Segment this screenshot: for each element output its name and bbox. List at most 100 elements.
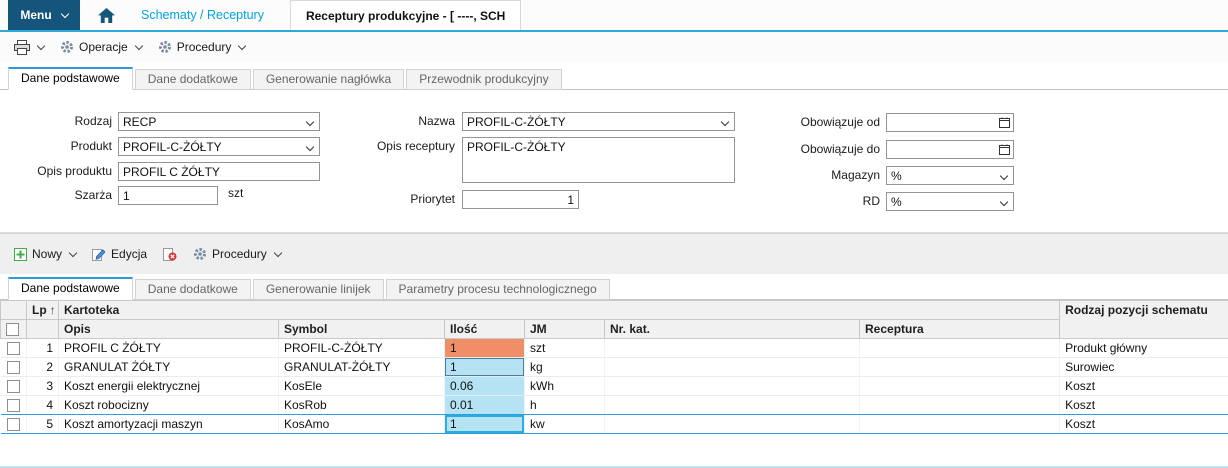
procedury-grid-button[interactable]: Procedury (185, 243, 289, 265)
tab-grid-dane-dodatkowe[interactable]: Dane dodatkowe (134, 279, 251, 300)
tab-przewodnik-produkcyjny[interactable]: Przewodnik produkcyjny (406, 69, 562, 90)
tab-dane-dodatkowe[interactable]: Dane dodatkowe (134, 69, 251, 90)
lp-subheader (26, 319, 59, 339)
tab-generowanie-linijek[interactable]: Generowanie linijek (252, 279, 384, 300)
rd-label: RD (862, 194, 880, 208)
row-select-cell (0, 395, 27, 415)
row-select-cell (0, 414, 27, 434)
tab-receptury-produkcyjne[interactable]: Receptury produkcyjne - [ ----, SCH (289, 0, 522, 30)
recipe-header-form: Rodzaj RECP Produkt PROFIL-C-ŻÓŁTY Opis … (0, 90, 1228, 233)
symbol-cell: GRANULAT-ŻÓŁTY (278, 357, 445, 377)
home-button[interactable] (98, 0, 115, 30)
select-all-checkbox[interactable] (6, 323, 19, 337)
row-checkbox[interactable] (6, 380, 20, 394)
obowiazuje-do-date[interactable] (886, 140, 1014, 159)
select-all-header (0, 319, 27, 339)
receptura-column-header[interactable]: Receptura (858, 319, 1061, 339)
rd-select[interactable]: % (886, 192, 1014, 211)
edycja-button[interactable]: Edycja (84, 243, 155, 265)
chevron-down-icon[interactable] (36, 41, 46, 51)
priorytet-input[interactable] (462, 190, 579, 209)
opis-cell: Koszt energii elektrycznej (58, 376, 279, 396)
positions-table: Lp ↑ Kartoteka Rodzaj pozycji schematu Op… (0, 300, 1228, 434)
procedury-grid-label: Procedury (212, 247, 267, 261)
rodzaj-cell: Koszt (1059, 395, 1228, 415)
tab-generowanie-naglowka[interactable]: Generowanie nagłówka (252, 69, 405, 90)
table-row-selected[interactable]: 5 Koszt amortyzacji maszyn KosAmo 1 kw K… (0, 414, 1228, 434)
produkt-value: PROFIL-C-ŻÓŁTY (123, 139, 222, 154)
dropdown-arrow-icon (999, 197, 1009, 207)
procedury-button[interactable]: Procedury (150, 36, 254, 58)
nr-kat-cell (604, 357, 860, 377)
tab-grid-dane-podstawowe[interactable]: Dane podstawowe (8, 277, 133, 300)
produkt-label: Produkt (70, 139, 112, 153)
kartoteka-group-header: Kartoteka (57, 300, 1061, 320)
nr-kat-cell (604, 395, 860, 415)
chevron-down-icon (273, 248, 282, 258)
calendar-icon[interactable] (999, 117, 1010, 128)
tab-schematy-receptury[interactable]: Schematy / Receptury (141, 0, 264, 30)
nazwa-label: Nazwa (418, 114, 455, 128)
jm-cell: kg (524, 357, 605, 377)
row-checkbox[interactable] (6, 361, 20, 375)
table-row[interactable]: 1 PROFIL C ŻÓŁTY PROFIL-C-ŻÓŁTY 1 szt Pr… (0, 338, 1228, 358)
opis-produktu-input[interactable] (118, 162, 320, 181)
magazyn-select[interactable]: % (886, 166, 1014, 185)
dropdown-arrow-icon (305, 142, 315, 152)
table-row[interactable]: 4 Koszt robocizny KosRob 0.01 h Koszt (0, 395, 1228, 415)
procedury-label: Procedury (176, 40, 232, 54)
opis-receptury-textarea[interactable]: PROFIL-C-ŻÓŁTY (462, 137, 735, 183)
nazwa-value: PROFIL-C-ŻÓŁTY (467, 114, 566, 129)
symbol-column-header[interactable]: Symbol (278, 319, 445, 339)
ilosc-column-header[interactable]: Ilość (444, 319, 525, 339)
nazwa-select[interactable]: PROFIL-C-ŻÓŁTY (462, 112, 735, 131)
row-checkbox[interactable] (6, 418, 20, 432)
rodzaj-cell: Produkt główny (1059, 338, 1228, 358)
calendar-icon[interactable] (999, 144, 1010, 155)
magazyn-label: Magazyn (831, 168, 880, 182)
rodzaj-column-header[interactable]: Rodzaj pozycji schematu (1059, 300, 1228, 339)
rodzaj-label: Rodzaj (74, 114, 112, 128)
operacje-button[interactable]: Operacje (52, 36, 150, 58)
delete-button[interactable] (155, 244, 185, 265)
table-row[interactable]: 2 GRANULAT ŻÓŁTY GRANULAT-ŻÓŁTY 1 kg Sur… (0, 357, 1228, 377)
opis-produktu-label: Opis produktu (37, 164, 112, 178)
ilosc-cell[interactable]: 1 (444, 338, 525, 358)
lp-cell: 2 (26, 357, 59, 377)
gear-icon (194, 248, 207, 260)
lp-column-header[interactable]: Lp ↑ (26, 300, 59, 320)
ilosc-cell[interactable]: 1 (444, 357, 525, 377)
nowy-label: Nowy (32, 247, 63, 261)
row-checkbox[interactable] (6, 342, 20, 356)
opis-column-header[interactable]: Opis (58, 319, 279, 339)
ilosc-cell-focused[interactable]: 1 (444, 414, 525, 434)
jm-column-header[interactable]: JM (524, 319, 605, 339)
nowy-button[interactable]: Nowy (6, 243, 84, 265)
obowiazuje-od-label: Obowiązuje od (800, 115, 880, 129)
opis-receptury-label: Opis receptury (376, 139, 455, 153)
tab-parametry-procesu[interactable]: Parametry procesu technologicznego (385, 279, 610, 300)
ilosc-cell[interactable]: 0.01 (444, 395, 525, 415)
szarza-input[interactable] (118, 186, 218, 205)
lp-cell: 4 (26, 395, 59, 415)
symbol-cell: PROFIL-C-ŻÓŁTY (278, 338, 445, 358)
print-button[interactable] (6, 36, 52, 59)
tab-dane-podstawowe[interactable]: Dane podstawowe (8, 67, 133, 90)
ilosc-cell[interactable]: 0.06 (444, 376, 525, 396)
menu-button[interactable]: Menu (8, 0, 80, 30)
receptura-cell (859, 395, 1061, 415)
jm-cell: h (524, 395, 605, 415)
row-select-cell (0, 338, 27, 358)
table-row[interactable]: 3 Koszt energii elektrycznej KosEle 0.06… (0, 376, 1228, 396)
nr-kat-column-header[interactable]: Nr. kat. (604, 319, 860, 339)
grid-tabstrip: Dane podstawowe Dane dodatkowe Generowan… (0, 274, 1228, 300)
produkt-select[interactable]: PROFIL-C-ŻÓŁTY (118, 137, 320, 156)
row-checkbox[interactable] (6, 399, 20, 413)
rodzaj-select[interactable]: RECP (118, 112, 320, 131)
opis-cell: PROFIL C ŻÓŁTY (58, 338, 279, 358)
obowiazuje-od-date[interactable] (886, 113, 1014, 132)
form-tabstrip: Dane podstawowe Dane dodatkowe Generowan… (0, 62, 1228, 90)
lp-cell: 5 (26, 414, 59, 434)
szarza-unit-label: szt (228, 186, 244, 200)
rd-value: % (891, 194, 902, 209)
